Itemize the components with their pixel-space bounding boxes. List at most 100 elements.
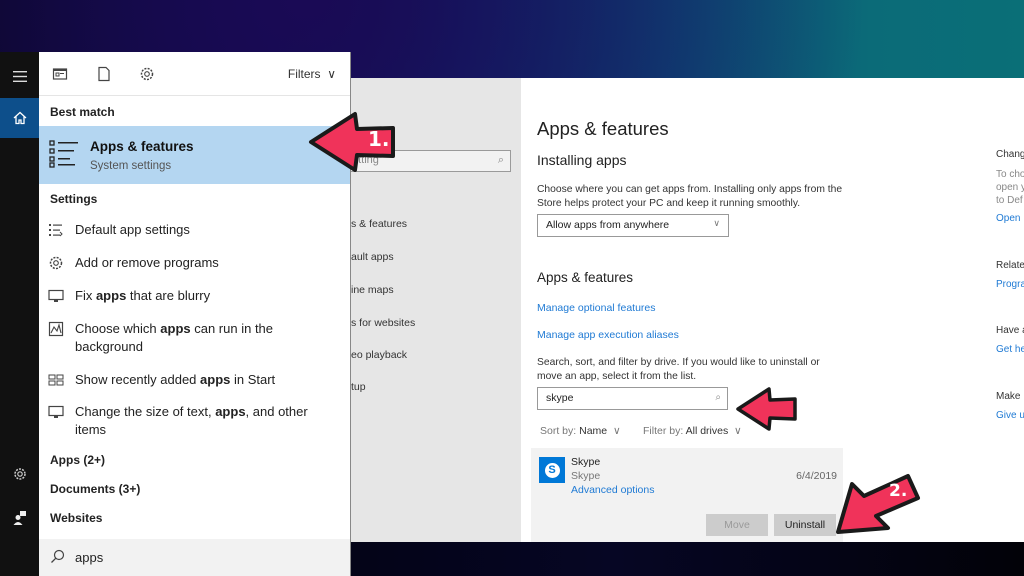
search-icon	[50, 549, 65, 569]
result-add-remove-programs[interactable]: Add or remove programs	[39, 254, 350, 272]
documents-filter-icon[interactable]	[96, 66, 114, 84]
search-icon: ⌕	[715, 392, 721, 403]
filters-label: Filters	[287, 67, 321, 81]
result-text-highlight: apps	[200, 372, 231, 387]
page-title: Apps & features	[537, 118, 669, 139]
app-search-input[interactable]: skype ⌕	[537, 387, 728, 410]
annotation-arrow-search	[736, 387, 797, 431]
search-icon: ⌕	[497, 154, 504, 166]
result-text: Choose which	[75, 321, 161, 336]
start-search-box[interactable]: apps	[39, 539, 350, 576]
nav-item-default-apps[interactable]: ault apps	[351, 251, 394, 263]
filter-value: All drives	[685, 425, 729, 437]
settings-heading: Settings	[50, 192, 98, 206]
manage-execution-aliases-link[interactable]: Manage app execution aliases	[537, 329, 679, 341]
installing-apps-heading: Installing apps	[537, 152, 627, 168]
side-text: To cho	[996, 169, 1024, 180]
monitor-icon	[48, 288, 64, 304]
best-match-item[interactable]: Apps & features System settings	[39, 126, 350, 184]
nav-item-video-playback[interactable]: eo playback	[351, 349, 407, 361]
search-query: apps	[75, 550, 104, 565]
annotation-label-2: 2.	[889, 481, 908, 501]
annotation-label-1: 1.	[368, 127, 390, 151]
result-text: Fix	[75, 288, 96, 303]
result-recently-added-apps[interactable]: Show recently added apps in Start	[39, 371, 350, 389]
start-tiles-icon	[48, 372, 64, 388]
filters-dropdown[interactable]: Filters ∨	[288, 67, 336, 81]
sort-value: Name	[579, 425, 608, 437]
settings-filter-icon[interactable]	[139, 66, 157, 84]
sort-label: Sort by:	[540, 425, 577, 437]
skype-icon: S	[539, 457, 565, 483]
side-link-feedback[interactable]: Give u	[996, 410, 1024, 421]
app-list-item[interactable]: S Skype Skype 6/4/2019 Advanced options …	[531, 448, 843, 542]
result-text: Change the size of text,	[75, 404, 216, 419]
feedback-icon[interactable]	[0, 498, 39, 538]
apps-group-heading[interactable]: Apps (2+)	[50, 453, 105, 467]
app-install-date: 6/4/2019	[796, 470, 837, 482]
result-text: Add or remove programs	[75, 255, 219, 270]
uninstall-button[interactable]: Uninstall	[774, 514, 836, 536]
filter-by-dropdown[interactable]: Filter by: All drives ∨	[643, 425, 742, 437]
best-match-subtitle: System settings	[90, 160, 172, 172]
apps-features-heading: Apps & features	[537, 270, 634, 285]
side-text: open y	[996, 182, 1024, 193]
manage-optional-features-link[interactable]: Manage optional features	[537, 302, 656, 314]
side-link-get-help[interactable]: Get he	[996, 344, 1024, 355]
installing-apps-description: Choose where you can get apps from. Inst…	[537, 184, 843, 209]
result-text-highlight: apps	[215, 404, 246, 419]
result-fix-blurry-apps[interactable]: Fix apps that are blurry	[39, 287, 350, 305]
nav-item-apps-for-websites[interactable]: s for websites	[351, 317, 415, 329]
best-match-title: Apps & features	[90, 139, 194, 154]
gear-icon	[48, 255, 64, 271]
result-background-apps[interactable]: Choose which apps can run in the backgro…	[39, 320, 350, 356]
result-text: Show recently added	[75, 372, 201, 387]
default-apps-icon	[48, 222, 64, 238]
nav-item-apps-features[interactable]: s & features	[351, 218, 407, 230]
result-text: in Start	[230, 372, 276, 387]
chevron-down-icon: ∨	[323, 67, 336, 81]
background-apps-icon	[48, 321, 64, 337]
side-link-open[interactable]: Open	[996, 213, 1020, 224]
side-heading: Have a	[996, 325, 1024, 336]
documents-group-heading[interactable]: Documents (3+)	[50, 482, 140, 496]
settings-main: Apps & features Installing apps Choose w…	[531, 78, 867, 542]
move-button[interactable]: Move	[706, 514, 768, 536]
filter-label: Filter by:	[643, 425, 684, 437]
hamburger-icon[interactable]	[0, 56, 39, 96]
monitor-icon	[48, 404, 64, 420]
apps-filter-icon[interactable]	[52, 66, 70, 84]
side-link-programs[interactable]: Progra	[996, 279, 1024, 290]
result-change-text-size[interactable]: Change the size of text, apps, and other…	[39, 403, 350, 439]
result-text-highlight: apps	[95, 288, 127, 303]
sort-by-dropdown[interactable]: Sort by: Name ∨	[540, 425, 621, 437]
settings-window: etting ⌕ s & features ault apps ine maps…	[351, 78, 1024, 542]
chevron-down-icon: ∨	[610, 425, 621, 437]
best-match-heading: Best match	[50, 105, 115, 119]
side-heading: Chang	[996, 149, 1024, 160]
result-text-highlight: apps	[160, 321, 191, 336]
chevron-down-icon: ∨	[713, 218, 720, 228]
nav-item-offline-maps[interactable]: ine maps	[351, 284, 394, 296]
settings-related-panel: Chang To cho open y to Def Open Relate P…	[996, 78, 1024, 542]
result-text: that are blurry	[126, 288, 211, 303]
install-source-dropdown[interactable]: Allow apps from anywhere ∨	[537, 214, 729, 237]
websites-group-heading[interactable]: Websites	[50, 511, 102, 525]
home-icon[interactable]	[0, 98, 39, 138]
apps-search-description: Search, sort, and filter by drive. If yo…	[537, 357, 820, 382]
app-publisher: Skype	[571, 470, 601, 482]
apps-features-icon	[49, 140, 79, 173]
result-text: Default app settings	[75, 222, 190, 237]
gear-icon[interactable]	[0, 454, 39, 494]
nav-item-startup[interactable]: tup	[351, 381, 366, 393]
side-text: to Def	[996, 195, 1023, 206]
advanced-options-link[interactable]: Advanced options	[571, 484, 654, 496]
app-search-value: skype	[546, 392, 574, 404]
side-heading: Make	[996, 391, 1021, 402]
start-rail	[0, 52, 39, 576]
side-heading: Relate	[996, 260, 1024, 271]
result-default-app-settings[interactable]: Default app settings	[39, 221, 350, 239]
annotation-arrow-2	[836, 474, 920, 534]
search-toolbar: Filters ∨	[39, 52, 350, 96]
install-source-value: Allow apps from anywhere	[546, 219, 670, 231]
